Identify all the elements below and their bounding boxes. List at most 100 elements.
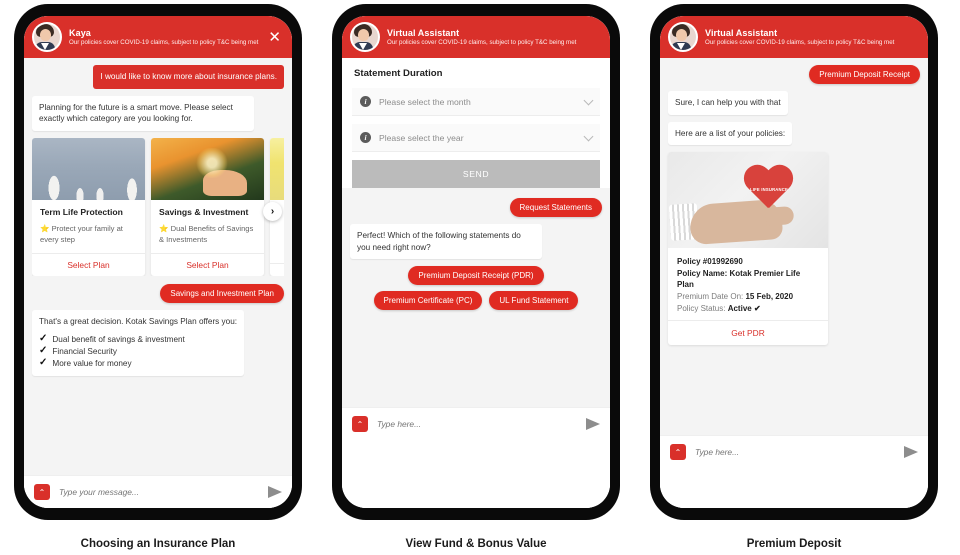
plan-card[interactable]: Savings & Investment ⭐ Dual Benefits of … xyxy=(151,137,264,277)
plan-image-family xyxy=(32,137,145,200)
bot-message-row: Planning for the future is a smart move.… xyxy=(32,95,284,131)
benefit-text: Financial Security xyxy=(52,346,118,356)
assistant-name: Kaya xyxy=(69,27,91,38)
plan-title: Savings & Investment xyxy=(159,206,249,217)
close-icon[interactable]: ✕ xyxy=(265,30,284,45)
assistant-subtitle: Our policies cover COVID-19 claims, subj… xyxy=(387,39,577,47)
policy-status: Policy Status: Active ✔ xyxy=(677,303,819,315)
expand-up-icon[interactable]: ⌃ xyxy=(670,444,686,460)
bot-message-row: Perfect! Which of the following statemen… xyxy=(350,224,602,260)
message-input[interactable] xyxy=(693,446,897,458)
bot-message-1: Planning for the future is a smart move.… xyxy=(32,95,254,131)
message-input[interactable] xyxy=(375,418,579,430)
select-plan-button[interactable]: Select Plan xyxy=(32,253,145,276)
select-plan-button[interactable]: Select Plan xyxy=(151,253,264,276)
assistant-avatar xyxy=(668,22,698,52)
policy-date: Premium Date On: 15 Feb, 2020 xyxy=(677,291,819,303)
policy-card[interactable]: LIFE INSURANCE Policy #01992690 Policy N… xyxy=(668,152,828,346)
status-badge: Active ✔ xyxy=(727,303,761,313)
chip-savings-and-investment-plan[interactable]: Savings and Investment Plan xyxy=(160,284,284,304)
send-button[interactable]: SEND xyxy=(352,160,600,188)
policy-image-label: LIFE INSURANCE xyxy=(750,187,788,193)
assistant-name: Virtual Assistant xyxy=(705,27,778,38)
phone-frame-3: Virtual Assistant Our policies cover COV… xyxy=(650,4,938,520)
year-select-label: Please select the year xyxy=(379,132,464,143)
plan-desc: ⭐ Protect your family at every step xyxy=(32,217,145,253)
bot-message-row: Sure, I can help you with that xyxy=(668,91,920,115)
mockup-stage: Kaya Our policies cover COVID-19 claims,… xyxy=(0,0,960,555)
chip-premium-deposit-receipt[interactable]: Premium Deposit Receipt xyxy=(809,65,920,84)
check-icon: ✓ xyxy=(39,344,48,356)
bot-message-2-intro: That's a great decision. Kotak Savings P… xyxy=(39,317,238,327)
bot-message-1: Sure, I can help you with that xyxy=(668,91,788,115)
month-select[interactable]: i Please select the month xyxy=(352,88,600,116)
year-select[interactable]: i Please select the year xyxy=(352,124,600,152)
chip-request-statements[interactable]: Request Statements xyxy=(509,198,602,217)
benefit-list: ✓ Dual benefit of savings & investment ✓ F… xyxy=(39,332,237,370)
composer-1: ⌃ xyxy=(24,475,292,508)
list-item: ✓ Dual benefit of savings & investment xyxy=(39,332,237,346)
composer-3: ⌃ xyxy=(660,435,928,468)
chip-ul-fund-statement[interactable]: UL Fund Statement xyxy=(489,291,579,311)
plan-image-partial xyxy=(270,137,284,200)
chevron-down-icon xyxy=(583,95,594,105)
screen-padding-area xyxy=(342,440,610,508)
send-icon[interactable] xyxy=(268,486,282,498)
get-pdr-button[interactable]: Get PDR xyxy=(668,320,828,345)
plan-desc: ⭐ Dual Benefits of Savings & Investments xyxy=(151,217,264,253)
form-title: Statement Duration xyxy=(354,68,443,79)
phone-screen-2: Virtual Assistant Our policies cover COV… xyxy=(342,16,610,508)
bot-message-row: Here are a list of your policies: xyxy=(668,121,920,146)
bot-message-1: Perfect! Which of the following statemen… xyxy=(350,224,542,260)
chip-premium-deposit-receipt[interactable]: Premium Deposit Receipt (PDR) xyxy=(408,266,544,286)
month-select-label: Please select the month xyxy=(379,96,471,107)
policy-status-label: Policy Status: xyxy=(677,303,726,313)
caption-premium-deposit: Premium Deposit xyxy=(746,538,842,550)
list-item: ✓ More value for money xyxy=(39,356,237,370)
screen-padding-area xyxy=(660,468,928,508)
send-icon[interactable] xyxy=(586,418,600,430)
chat-body-1: I would like to know more about insuranc… xyxy=(24,58,292,475)
plan-image-money xyxy=(151,137,264,200)
star-icon: ⭐ xyxy=(40,224,50,234)
plan-desc-text: Dual Benefits of Savings & Investments xyxy=(159,224,254,245)
policy-name: Policy Name: Kotak Premier Life Plan xyxy=(677,268,801,290)
caption-choosing-an-insurance-plan: Choosing an Insurance Plan xyxy=(80,538,236,550)
assistant-subtitle: Our policies cover COVID-19 claims, subj… xyxy=(705,39,895,47)
chevron-down-icon xyxy=(583,131,594,141)
policy-image: LIFE INSURANCE xyxy=(668,152,828,249)
phone-screen-3: Virtual Assistant Our policies cover COV… xyxy=(660,16,928,508)
chip-premium-certificate[interactable]: Premium Certificate (PC) xyxy=(373,291,483,311)
send-icon[interactable] xyxy=(904,446,918,458)
plan-desc-text: Protect your family at every step xyxy=(40,224,123,245)
header-text: Virtual Assistant Our policies cover COV… xyxy=(387,28,602,46)
user-chip-row: Premium Deposit Receipt xyxy=(668,65,920,84)
benefit-text: More value for money xyxy=(52,358,132,368)
chat-body-3: Premium Deposit Receipt Sure, I can help… xyxy=(660,58,928,435)
expand-up-icon[interactable]: ⌃ xyxy=(34,484,50,500)
list-item: ✓ Financial Security xyxy=(39,344,237,358)
chat-body-2: Request Statements Perfect! Which of the… xyxy=(342,188,610,407)
chat-header-3: Virtual Assistant Our policies cover COV… xyxy=(660,16,928,58)
policy-details: Policy #01992690 Policy Name: Kotak Prem… xyxy=(668,248,828,320)
bot-message-2: That's a great decision. Kotak Savings P… xyxy=(32,310,245,376)
plan-carousel[interactable]: Term Life Protection ⭐ Protect your fami… xyxy=(32,137,284,277)
bot-message-2: Here are a list of your policies: xyxy=(668,121,793,146)
select-plan-button[interactable] xyxy=(270,263,284,276)
check-icon: ✓ xyxy=(39,356,48,368)
assistant-avatar xyxy=(350,22,380,52)
chat-header-2: Virtual Assistant Our policies cover COV… xyxy=(342,16,610,58)
caption-view-fund-and-bonus-value: View Fund & Bonus Value xyxy=(405,538,547,550)
user-message-1: I would like to know more about insuranc… xyxy=(93,65,284,89)
chat-header-1: Kaya Our policies cover COVID-19 claims,… xyxy=(24,16,292,58)
expand-up-icon[interactable]: ⌃ xyxy=(352,416,368,432)
message-input[interactable] xyxy=(57,486,261,498)
plan-card[interactable]: Term Life Protection ⭐ Protect your fami… xyxy=(32,137,145,277)
user-message-row: I would like to know more about insuranc… xyxy=(32,65,284,89)
statement-duration-form: Statement Duration i Please select the m… xyxy=(342,58,610,188)
policy-date-value: 15 Feb, 2020 xyxy=(745,292,794,302)
phone-frame-1: Kaya Our policies cover COVID-19 claims,… xyxy=(14,4,302,520)
assistant-avatar xyxy=(32,22,62,52)
chevron-right-icon[interactable]: › xyxy=(263,201,282,221)
check-icon: ✓ xyxy=(39,332,48,344)
